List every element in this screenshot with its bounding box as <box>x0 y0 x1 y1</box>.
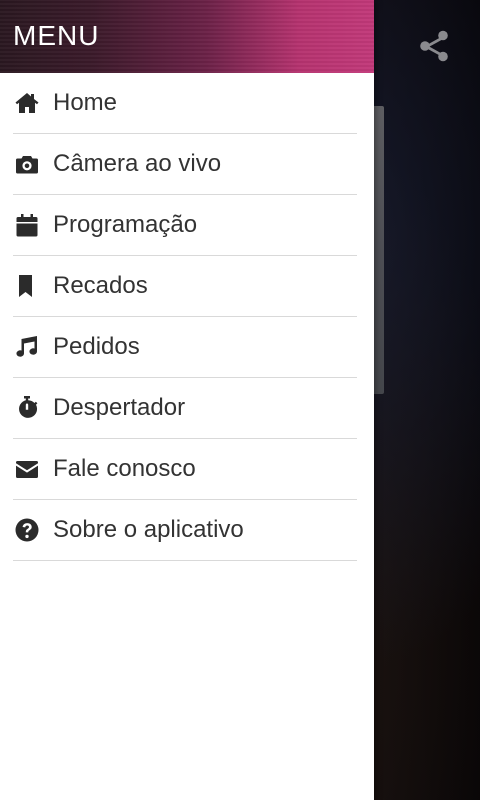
menu-item-messages[interactable]: Recados <box>13 256 357 317</box>
menu-item-live-camera[interactable]: Câmera ao vivo <box>13 134 357 195</box>
app-screen: MENU Home Câmera ao vivo Programação Rec… <box>0 0 480 800</box>
menu-item-label: Recados <box>53 272 148 299</box>
menu-item-label: Despertador <box>53 394 186 421</box>
home-icon <box>13 89 41 117</box>
camera-icon <box>13 150 41 178</box>
music-note-icon <box>13 333 41 361</box>
menu-item-requests[interactable]: Pedidos <box>13 317 357 378</box>
menu-item-home[interactable]: Home <box>13 73 357 134</box>
share-icon <box>416 28 452 69</box>
menu-item-label: Programação <box>53 211 198 238</box>
drawer-title: MENU <box>13 20 100 51</box>
share-button[interactable] <box>412 26 456 70</box>
navigation-drawer: MENU Home Câmera ao vivo Programação Rec… <box>0 0 374 800</box>
drawer-header: MENU <box>0 0 374 73</box>
menu-item-label: Sobre o aplicativo <box>53 516 244 543</box>
bookmark-icon <box>13 272 41 300</box>
menu-item-label: Fale conosco <box>53 455 196 482</box>
menu-item-programming[interactable]: Programação <box>13 195 357 256</box>
menu-item-about[interactable]: Sobre o aplicativo <box>13 500 357 561</box>
menu-item-label: Pedidos <box>53 333 140 360</box>
menu-item-alarm[interactable]: Despertador <box>13 378 357 439</box>
question-circle-icon <box>13 516 41 544</box>
calendar-icon <box>13 211 41 239</box>
menu-list: Home Câmera ao vivo Programação Recados <box>0 73 374 561</box>
menu-item-label: Home <box>53 89 118 116</box>
menu-item-contact[interactable]: Fale conosco <box>13 439 357 500</box>
envelope-icon <box>13 455 41 483</box>
menu-item-label: Câmera ao vivo <box>53 150 222 177</box>
stopwatch-icon <box>13 394 41 422</box>
